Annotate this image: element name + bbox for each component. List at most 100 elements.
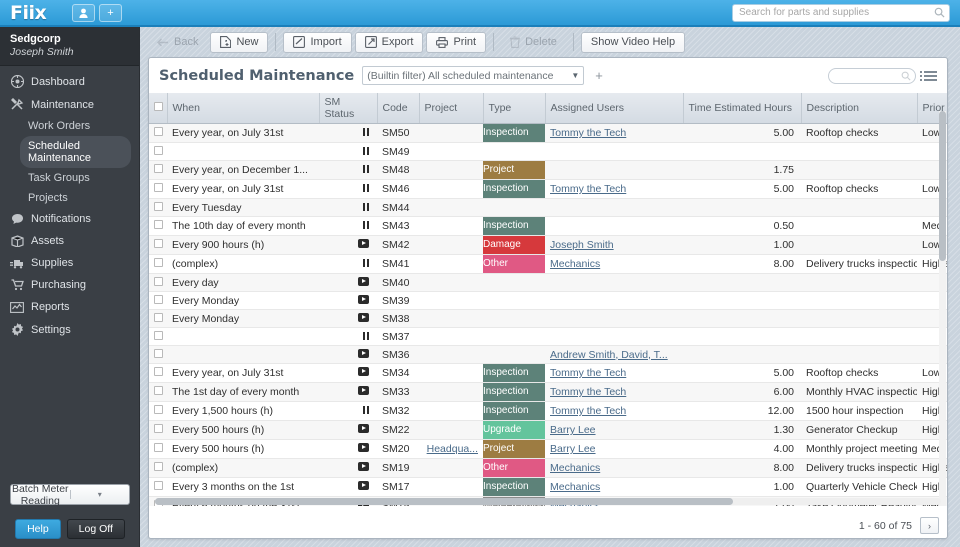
play-icon[interactable] [358, 294, 369, 304]
table-row[interactable]: Every year, on December 1... SM48 Project 1… [149, 160, 947, 180]
row-select-cell[interactable] [149, 309, 167, 328]
row-checkbox[interactable] [154, 462, 163, 471]
row-select-cell[interactable] [149, 254, 167, 274]
row-select-cell[interactable] [149, 179, 167, 199]
horizontal-scrollbar[interactable] [155, 498, 941, 505]
sidebar-item-scheduled-maintenance[interactable]: Scheduled Maintenance [20, 136, 131, 168]
table-row[interactable]: (complex) SM41 Other Mechanics 8.00 Delivery … [149, 254, 947, 274]
table-scroll-region[interactable]: When SM Status Code Project Type Assigne… [149, 93, 947, 506]
show-video-help-button[interactable]: Show Video Help [580, 31, 686, 53]
add-button[interactable]: + [99, 3, 122, 22]
row-checkbox[interactable] [154, 145, 163, 155]
select-all-header[interactable] [149, 93, 168, 124]
row-checkbox[interactable] [154, 386, 163, 395]
help-button[interactable]: Help [15, 519, 61, 539]
row-select-cell[interactable] [149, 235, 167, 255]
pause-icon[interactable] [363, 202, 369, 211]
table-row[interactable]: SM36 Andrew Smith, David, T... [149, 345, 947, 364]
pause-icon[interactable] [363, 221, 369, 229]
table-row[interactable]: Every 3 months on the 1st SM17 Inspection M… [149, 477, 947, 497]
row-checkbox[interactable] [154, 220, 163, 229]
filter-select[interactable]: (Builtin filter) All scheduled maintenan… [362, 66, 585, 85]
assigned-user-link[interactable]: Tommy the Tech [550, 127, 626, 139]
row-checkbox[interactable] [154, 330, 163, 340]
row-checkbox[interactable] [154, 348, 163, 358]
pause-icon[interactable] [363, 184, 369, 192]
row-select-cell[interactable] [149, 291, 167, 310]
table-row[interactable]: Every 500 hours (h) SM22 Upgrade Barry Lee 1… [149, 420, 947, 440]
col-type[interactable]: Type [483, 93, 546, 124]
table-search-input[interactable] [828, 67, 916, 84]
play-icon[interactable] [358, 424, 369, 433]
row-checkbox[interactable] [154, 258, 163, 267]
table-row[interactable]: Every 500 hours (h) SM20 Headqua... Project… [149, 439, 947, 459]
row-select-cell[interactable] [149, 401, 167, 421]
play-icon[interactable] [358, 239, 369, 248]
table-row[interactable]: The 1st day of every month SM33 Inspection… [149, 382, 947, 402]
table-row[interactable]: Every day SM40 [149, 273, 947, 292]
row-select-cell[interactable] [149, 345, 167, 364]
sidebar-item-maintenance[interactable]: Maintenance [0, 93, 139, 116]
row-select-cell[interactable] [149, 160, 167, 180]
row-select-cell[interactable] [149, 123, 167, 143]
play-icon[interactable] [358, 348, 369, 358]
import-button[interactable]: Import [283, 31, 352, 53]
col-code[interactable]: Code [377, 93, 420, 124]
row-checkbox[interactable] [154, 481, 163, 490]
select-all-checkbox[interactable] [154, 102, 163, 111]
row-checkbox[interactable] [154, 183, 163, 192]
vertical-scroll-thumb[interactable] [939, 111, 946, 261]
sidebar-item-supplies[interactable]: Supplies [0, 252, 139, 274]
play-icon[interactable] [358, 312, 369, 322]
row-select-cell[interactable] [149, 420, 167, 440]
row-select-cell[interactable] [149, 382, 167, 402]
sidebar-item-assets[interactable]: Assets [0, 230, 139, 252]
assigned-user-link[interactable]: Mechanics [550, 462, 600, 474]
assigned-user-link[interactable]: Tommy the Tech [550, 386, 626, 398]
col-time-estimated-hours[interactable]: Time Estimated Hours [683, 93, 802, 124]
next-page-button[interactable]: › [920, 517, 939, 534]
table-row[interactable]: (complex) SM19 Other Mechanics 8.00 Delivery … [149, 458, 947, 478]
assigned-user-link[interactable]: Barry Lee [550, 443, 596, 455]
row-select-cell[interactable] [149, 363, 167, 383]
table-row[interactable]: Every year, on July 31st SM50 Inspection To… [149, 123, 947, 143]
col-description[interactable]: Description [801, 93, 918, 124]
search-input[interactable] [732, 3, 950, 22]
horizontal-scroll-thumb[interactable] [155, 498, 733, 505]
row-checkbox[interactable] [154, 239, 163, 248]
row-select-cell[interactable] [149, 327, 167, 346]
table-row[interactable]: Every Monday SM39 [149, 291, 947, 310]
table-row[interactable]: Every year, on July 31st SM34 Inspection To… [149, 363, 947, 383]
row-select-cell[interactable] [149, 142, 167, 161]
row-checkbox[interactable] [154, 294, 163, 304]
assigned-user-link[interactable]: Tommy the Tech [550, 183, 626, 195]
row-select-cell[interactable] [149, 458, 167, 478]
col-when[interactable]: When [167, 93, 320, 124]
export-button[interactable]: Export [354, 31, 424, 53]
table-row[interactable]: Every Monday SM38 [149, 309, 947, 328]
user-button[interactable] [72, 3, 95, 22]
new-button[interactable]: New [210, 31, 269, 53]
row-select-cell[interactable] [149, 216, 167, 236]
row-select-cell[interactable] [149, 273, 167, 292]
play-icon[interactable] [358, 367, 369, 376]
col-sm-status[interactable]: SM Status [319, 93, 378, 124]
assigned-user-link[interactable]: Tommy the Tech [550, 405, 626, 417]
pause-icon[interactable] [363, 406, 369, 414]
row-checkbox[interactable] [154, 405, 163, 414]
table-row[interactable]: Every 900 hours (h) SM42 Damage Joseph Smit… [149, 235, 947, 255]
assigned-user-link[interactable]: Barry Lee [550, 424, 596, 436]
row-select-cell[interactable] [149, 439, 167, 459]
print-button[interactable]: Print [426, 31, 487, 53]
play-icon[interactable] [358, 443, 369, 452]
table-row[interactable]: SM37 [149, 327, 947, 346]
row-select-cell[interactable] [149, 477, 167, 497]
sidebar-item-purchasing[interactable]: Purchasing [0, 274, 139, 296]
vertical-scrollbar[interactable] [939, 111, 946, 506]
row-checkbox[interactable] [154, 367, 163, 376]
sidebar-item-work-orders[interactable]: Work Orders [0, 116, 139, 136]
row-checkbox[interactable] [154, 127, 163, 136]
table-row[interactable]: Every Tuesday SM44 [149, 198, 947, 217]
col-assigned-users[interactable]: Assigned Users [545, 93, 684, 124]
sidebar-item-task-groups[interactable]: Task Groups [0, 168, 139, 188]
